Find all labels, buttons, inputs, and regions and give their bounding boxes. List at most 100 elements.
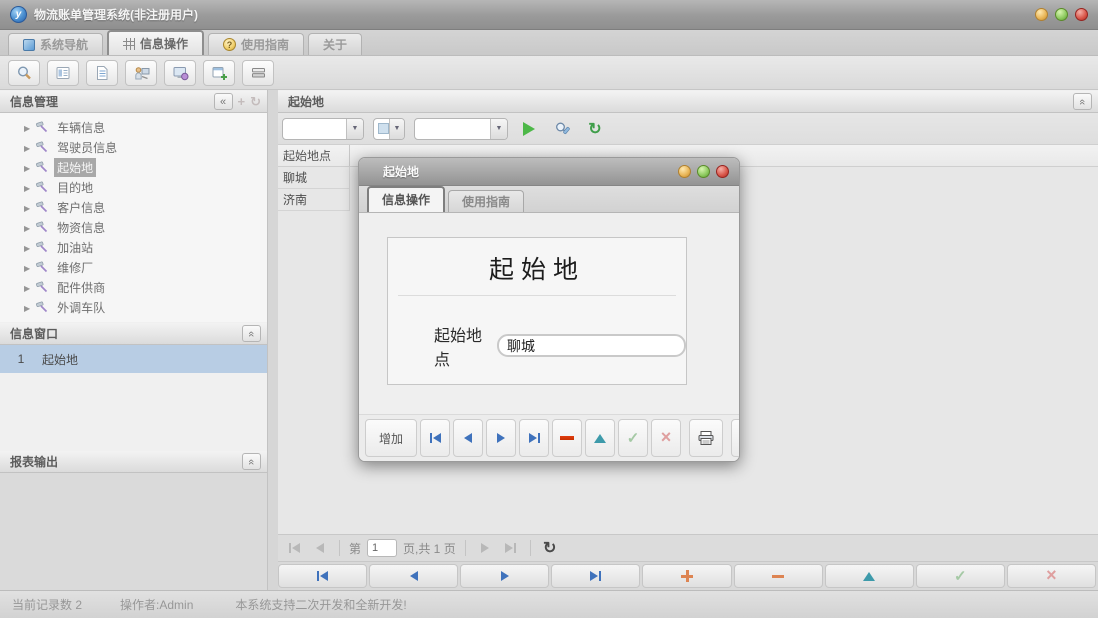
run-query-button[interactable]	[517, 117, 541, 141]
add-icon[interactable]	[238, 94, 246, 109]
dialog-maximize-button[interactable]	[697, 165, 710, 178]
delete-icon	[560, 436, 574, 440]
form-view-button[interactable]	[47, 60, 79, 86]
last-page-button[interactable]	[501, 538, 521, 558]
chevron-down-icon[interactable]	[389, 119, 404, 139]
tool-icon	[36, 281, 48, 293]
minimize-button[interactable]	[1035, 8, 1048, 21]
search-preview-button[interactable]	[8, 60, 40, 86]
chevron-down-icon[interactable]	[346, 119, 363, 139]
edit-record-button[interactable]	[585, 419, 615, 457]
close-button[interactable]	[1075, 8, 1088, 21]
reload-icon: ↻	[543, 538, 556, 558]
grid-cell[interactable]: 济南	[278, 189, 350, 211]
search-edit-button[interactable]	[550, 117, 574, 141]
dialog-tab-info-operations[interactable]: 信息操作	[367, 186, 445, 212]
edit-record-button[interactable]	[825, 564, 914, 588]
next-record-button[interactable]	[486, 419, 516, 457]
expand-arrow-icon[interactable]	[24, 280, 30, 294]
tray-stack-button[interactable]	[242, 60, 274, 86]
tree-item-destination[interactable]: 目的地	[0, 177, 267, 197]
expand-arrow-icon[interactable]	[24, 220, 30, 234]
row-index: 1	[0, 352, 42, 366]
cancel-x-icon	[1046, 569, 1057, 584]
monitor-globe-button[interactable]	[164, 60, 196, 86]
operator-dropdown[interactable]	[373, 118, 405, 140]
expand-arrow-icon[interactable]	[24, 240, 30, 254]
cancel-button[interactable]	[651, 419, 681, 457]
tab-user-guide[interactable]: ? 使用指南	[208, 33, 304, 55]
expand-arrow-icon[interactable]	[24, 180, 30, 194]
tree-item-external-fleet[interactable]: 外调车队	[0, 297, 267, 317]
expand-arrow-icon[interactable]	[24, 120, 30, 134]
value-dropdown[interactable]	[414, 118, 508, 140]
tree-item-vehicle-info[interactable]: 车辆信息	[0, 117, 267, 137]
expand-arrow-icon[interactable]	[24, 160, 30, 174]
record-count-label: 当前记录数 2	[12, 596, 82, 613]
tool-icon	[36, 161, 48, 173]
origin-field-label: 起始地点	[434, 322, 493, 370]
first-page-button[interactable]	[284, 538, 304, 558]
prev-record-button[interactable]	[369, 564, 458, 588]
search-edit-icon	[554, 121, 571, 137]
dropdown-value	[415, 119, 490, 139]
next-page-button[interactable]	[475, 538, 495, 558]
tree-item-driver-info[interactable]: 驾驶员信息	[0, 137, 267, 157]
reload-button[interactable]: ↻	[540, 538, 560, 558]
next-record-button[interactable]	[460, 564, 549, 588]
user-report-button[interactable]	[125, 60, 157, 86]
refresh-icon[interactable]	[250, 94, 261, 110]
collapse-up-icon[interactable]	[242, 325, 261, 342]
tab-about[interactable]: 关于	[308, 33, 362, 55]
add-record-button[interactable]: 增加	[365, 419, 417, 457]
first-record-button[interactable]	[278, 564, 367, 588]
document-button[interactable]	[86, 60, 118, 86]
tree-item-customer-info[interactable]: 客户信息	[0, 197, 267, 217]
add-record-button[interactable]	[642, 564, 731, 588]
tree-item-repair-shop[interactable]: 维修厂	[0, 257, 267, 277]
maximize-button[interactable]	[1055, 8, 1068, 21]
collapse-up-icon[interactable]	[242, 453, 261, 470]
chevron-down-icon[interactable]	[490, 119, 507, 139]
tree-item-origin[interactable]: 起始地	[0, 157, 267, 177]
dialog-titlebar[interactable]: 起始地	[359, 158, 739, 186]
origin-field-input[interactable]	[497, 334, 686, 357]
last-record-button[interactable]	[551, 564, 640, 588]
tab-info-operations[interactable]: 信息操作	[107, 30, 204, 55]
tree-item-label: 客户信息	[54, 198, 108, 217]
tree-item-label: 外调车队	[54, 298, 108, 317]
grid-column-header[interactable]: 起始地点	[278, 145, 350, 166]
field-dropdown[interactable]	[282, 118, 364, 140]
dialog-close-button[interactable]	[716, 165, 729, 178]
confirm-button[interactable]	[916, 564, 1005, 588]
confirm-button[interactable]	[618, 419, 648, 457]
print-button[interactable]	[689, 419, 723, 457]
dialog-tab-user-guide[interactable]: 使用指南	[448, 190, 524, 212]
cancel-button[interactable]	[1007, 564, 1096, 588]
last-record-icon	[529, 433, 537, 443]
collapse-left-icon[interactable]: «	[214, 93, 233, 110]
info-button[interactable]	[731, 419, 739, 457]
last-record-button[interactable]	[519, 419, 549, 457]
expand-arrow-icon[interactable]	[24, 300, 30, 314]
navigation-square-icon	[23, 39, 35, 51]
remove-record-button[interactable]	[734, 564, 823, 588]
refresh-button[interactable]: ↻	[583, 117, 607, 141]
page-number-input[interactable]	[367, 539, 397, 557]
expand-arrow-icon[interactable]	[24, 260, 30, 274]
grid-cell[interactable]: 聊城	[278, 167, 350, 189]
prev-page-button[interactable]	[310, 538, 330, 558]
collapse-up-icon[interactable]	[1073, 93, 1092, 110]
tree-item-gas-station[interactable]: 加油站	[0, 237, 267, 257]
tree-item-material-info[interactable]: 物资信息	[0, 217, 267, 237]
expand-arrow-icon[interactable]	[24, 140, 30, 154]
tree-item-parts-supplier[interactable]: 配件供商	[0, 277, 267, 297]
prev-record-button[interactable]	[453, 419, 483, 457]
delete-record-button[interactable]	[552, 419, 582, 457]
info-window-row-origin[interactable]: 1 起始地	[0, 345, 267, 373]
dialog-minimize-button[interactable]	[678, 165, 691, 178]
expand-arrow-icon[interactable]	[24, 200, 30, 214]
tab-system-navigation[interactable]: 系统导航	[8, 33, 103, 55]
window-new-button[interactable]	[203, 60, 235, 86]
first-record-button[interactable]	[420, 419, 450, 457]
